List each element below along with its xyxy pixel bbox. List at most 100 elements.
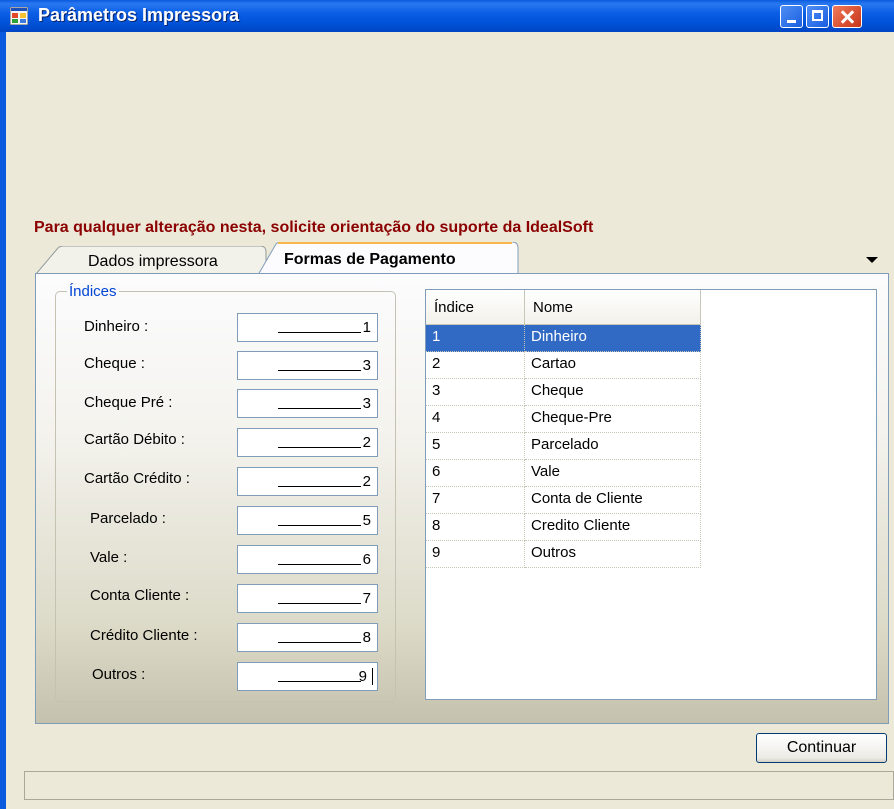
field-parcelado[interactable]: 5 (237, 506, 378, 535)
cell-indice: 4 (426, 406, 525, 433)
table-row[interactable]: 7 Conta de Cliente (426, 487, 701, 514)
cell-text: 9 (432, 544, 441, 561)
cell-nome: Outros (525, 541, 701, 568)
column-header-nome[interactable]: Nome (525, 290, 701, 325)
minimize-button[interactable] (780, 5, 803, 28)
cell-nome: Dinheiro (525, 325, 701, 352)
field-conta-cliente[interactable]: 7 (237, 584, 378, 613)
window-left-border (0, 32, 6, 809)
field-value: 3 (362, 357, 371, 374)
column-header-indice-label: Índice (434, 299, 475, 316)
field-value: 9 (358, 668, 367, 685)
tab-label-formas-de-pagamento: Formas de Pagamento (284, 251, 456, 268)
table-row[interactable]: 9 Outros (426, 541, 701, 568)
field-outros[interactable]: 9 (237, 662, 378, 691)
cell-text: 8 (432, 517, 441, 534)
label-dinheiro: Dinheiro : (84, 318, 149, 335)
cell-nome: Cartao (525, 352, 701, 379)
label-outros: Outros : (92, 666, 146, 683)
cell-indice: 5 (426, 433, 525, 460)
field-cartao-debito[interactable]: 2 (237, 428, 378, 457)
cell-nome: Cheque-Pre (525, 406, 701, 433)
table-row[interactable]: 8 Credito Cliente (426, 514, 701, 541)
table-row[interactable]: 4 Cheque-Pre (426, 406, 701, 433)
tab-formas-de-pagamento[interactable]: Formas de Pagamento (258, 242, 520, 275)
cell-indice: 7 (426, 487, 525, 514)
cell-nome: Cheque (525, 379, 701, 406)
cell-text: Parcelado (531, 436, 599, 453)
table-row[interactable]: 3 Cheque (426, 379, 701, 406)
cell-indice: 6 (426, 460, 525, 487)
field-underline (278, 408, 361, 409)
cell-text: Cheque-Pre (531, 409, 612, 426)
cell-text: 1 (432, 328, 441, 345)
field-underline (278, 681, 361, 682)
maximize-button[interactable] (806, 5, 829, 28)
field-value: 2 (362, 473, 371, 490)
field-value: 3 (362, 395, 371, 412)
tab-dropdown-arrow-icon[interactable] (866, 257, 878, 263)
field-cheque-pre[interactable]: 3 (237, 389, 378, 418)
app-icon (10, 7, 28, 25)
continue-button[interactable]: Continuar (756, 733, 887, 763)
field-underline (278, 564, 361, 565)
support-warning-text: Para qualquer alteração nesta, solicite … (34, 219, 594, 236)
field-vale[interactable]: 6 (237, 545, 378, 574)
field-underline (278, 525, 361, 526)
table-row[interactable]: 5 Parcelado (426, 433, 701, 460)
field-credito-cliente[interactable]: 8 (237, 623, 378, 652)
cell-text: Conta de Cliente (531, 490, 643, 507)
tab-dados-impressora[interactable]: Dados impressora (36, 246, 268, 274)
window: Parâmetros Impressora Para qualquer alte… (0, 0, 894, 809)
close-button[interactable] (832, 5, 862, 28)
cell-nome: Credito Cliente (525, 514, 701, 541)
field-underline (278, 332, 361, 333)
cell-text: 3 (432, 382, 441, 399)
field-cheque[interactable]: 3 (237, 351, 378, 380)
cell-text: Outros (531, 544, 577, 561)
field-underline (278, 603, 361, 604)
label-cheque-pre: Cheque Pré : (84, 394, 173, 411)
cell-text: Dinheiro (531, 328, 587, 345)
formas-pagamento-grid[interactable]: Índice Nome 1 Dinheiro 2 Cartao 3 Cheque… (425, 289, 877, 700)
cell-text: Vale (531, 463, 560, 480)
cell-nome: Parcelado (525, 433, 701, 460)
cell-text: 7 (432, 490, 441, 507)
label-cartao-credito: Cartão Crédito : (84, 470, 190, 487)
indices-group-title: Índices (67, 283, 119, 300)
table-row[interactable]: 1 Dinheiro (426, 325, 701, 352)
table-row[interactable]: 6 Vale (426, 460, 701, 487)
field-value: 5 (362, 512, 371, 529)
cell-text: Cheque (531, 382, 584, 399)
column-header-nome-label: Nome (533, 299, 574, 316)
label-vale: Vale : (90, 549, 128, 566)
cell-nome: Vale (525, 460, 701, 487)
cell-indice: 2 (426, 352, 525, 379)
field-dinheiro[interactable]: 1 (237, 313, 378, 342)
field-value: 1 (362, 319, 371, 336)
text-caret (372, 668, 373, 685)
field-underline (278, 486, 361, 487)
field-value: 6 (362, 551, 371, 568)
label-credito-cliente: Crédito Cliente : (90, 627, 198, 644)
cell-text: 6 (432, 463, 441, 480)
column-header-indice[interactable]: Índice (426, 290, 525, 325)
label-cartao-debito: Cartão Débito : (84, 431, 185, 448)
table-row[interactable]: 2 Cartao (426, 352, 701, 379)
tab-label-dados-impressora: Dados impressora (88, 253, 218, 270)
field-value: 7 (362, 590, 371, 607)
cell-indice: 3 (426, 379, 525, 406)
field-underline (278, 370, 361, 371)
field-underline (278, 447, 361, 448)
field-value: 2 (362, 434, 371, 451)
cell-indice: 1 (426, 325, 525, 352)
field-cartao-credito[interactable]: 2 (237, 467, 378, 496)
label-parcelado: Parcelado : (90, 510, 166, 527)
cell-text: 2 (432, 355, 441, 372)
cell-indice: 9 (426, 541, 525, 568)
title-bar[interactable]: Parâmetros Impressora (0, 0, 894, 32)
cell-text: 5 (432, 436, 441, 453)
label-cheque: Cheque : (84, 355, 145, 372)
cell-text: Cartao (531, 355, 577, 372)
label-conta-cliente: Conta Cliente : (90, 587, 190, 604)
